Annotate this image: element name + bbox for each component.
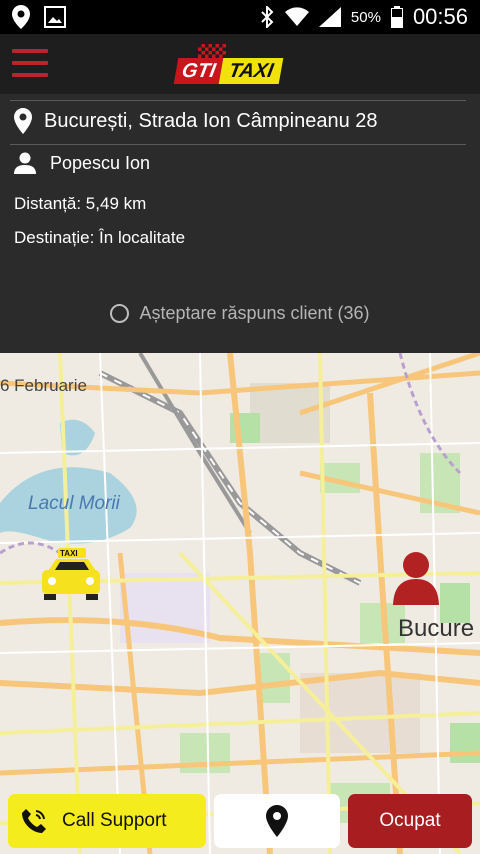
divider (10, 100, 466, 101)
street-label: 6 Februarie (0, 376, 87, 395)
app-bar: GTI TAXI (0, 34, 480, 94)
city-label: Bucure (398, 615, 474, 642)
battery-icon (390, 6, 403, 28)
busy-label: Ocupat (379, 810, 441, 831)
destination-text: Destinație: În localitate (14, 228, 186, 247)
map-pin-icon (266, 805, 288, 837)
divider (10, 144, 466, 145)
image-icon (44, 5, 66, 29)
clock: 00:56 (412, 4, 468, 29)
map-canvas[interactable]: 6 Februarie Lacul Morii Bucure TAXI (0, 353, 480, 854)
client-name: Popescu Ion (50, 152, 151, 173)
pickup-address: București, Strada Ion Câmpineanu 28 (44, 109, 378, 132)
person-icon (14, 152, 36, 174)
location-button[interactable] (214, 794, 340, 848)
battery-percent: 50% (350, 8, 381, 26)
taxi-sign-label: TAXI (60, 549, 78, 558)
call-support-label: Call Support (62, 810, 167, 831)
wifi-icon (284, 7, 309, 27)
bluetooth-icon (259, 6, 275, 28)
order-panel: București, Strada Ion Câmpineanu 28 Pope… (0, 94, 480, 353)
waiting-status: Așteptare răspuns client (36) (0, 303, 480, 324)
lake-label: Lacul Morii (28, 493, 121, 514)
spinner-icon (110, 304, 130, 323)
hamburger-menu-icon[interactable] (12, 49, 50, 79)
distance-text: Distanță: 5,49 km (14, 194, 147, 213)
gti-taxi-logo: GTI TAXI (173, 42, 306, 88)
pickup-address-row: București, Strada Ion Câmpineanu 28 (14, 108, 378, 134)
status-bar: 50% 00:56 (0, 0, 480, 34)
call-support-button[interactable]: Call Support (8, 794, 206, 848)
map-view[interactable]: 6 Februarie Lacul Morii Bucure TAXI (0, 353, 480, 854)
location-icon (12, 5, 30, 29)
logo-gti-text: GTI (173, 58, 224, 84)
busy-button[interactable]: Ocupat (348, 794, 472, 848)
signal-icon (318, 7, 341, 27)
client-row: Popescu Ion (14, 152, 150, 174)
checker-pattern (198, 44, 226, 58)
map-pin-icon (14, 108, 32, 134)
waiting-status-text: Așteptare răspuns client (36) (139, 303, 370, 323)
phone-icon (20, 807, 48, 835)
logo-taxi-text: TAXI (219, 58, 284, 84)
